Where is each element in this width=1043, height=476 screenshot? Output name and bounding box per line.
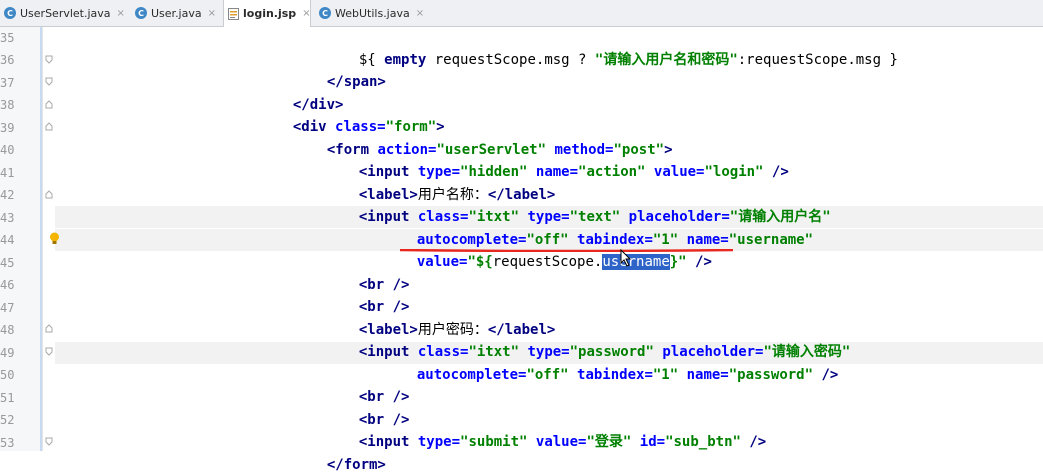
line-number: 35: [0, 31, 15, 45]
code-line-45[interactable]: <br />: [342, 252, 410, 293]
fold-marker-icon[interactable]: [45, 437, 53, 446]
code-token: requestScope.msg ?: [426, 52, 595, 68]
annotation-underline: [400, 249, 733, 252]
line-number: 41: [0, 166, 15, 180]
line-number: 51: [0, 391, 15, 405]
fold-marker-icon[interactable]: [45, 55, 53, 64]
code-line-51[interactable]: <br />: [342, 387, 410, 428]
tab-label: UserServlet.java: [20, 6, 111, 20]
code-token: value=: [416, 254, 468, 270]
fold-marker-icon[interactable]: [45, 190, 53, 199]
code-token: name=: [686, 367, 729, 383]
line-number: 52: [0, 413, 15, 427]
fold-marker-icon[interactable]: [45, 324, 53, 333]
code-token: tabindex=: [577, 367, 653, 383]
code-token: />: [771, 164, 789, 180]
code-line-43[interactable]: autocomplete="off" tabindex="1" name="us…: [400, 207, 813, 248]
line-number: 43: [0, 211, 15, 225]
code-line-39[interactable]: <form action="userServlet" method="post"…: [310, 117, 673, 158]
code-line-35[interactable]: ${ empty requestScope.msg ? "请输入用户名和密码":…: [342, 27, 898, 68]
code-token: :requestScope.msg }: [737, 52, 898, 68]
code-token: </form>: [326, 457, 386, 473]
fold-marker-icon[interactable]: [45, 100, 53, 109]
close-icon[interactable]: ×: [416, 8, 424, 19]
code-token: type=: [417, 434, 461, 450]
line-number: 47: [0, 301, 15, 315]
code-line-42[interactable]: <input class="itxt" type="text" placehol…: [342, 184, 831, 225]
code-token: "login": [704, 164, 772, 180]
code-token: empty: [384, 52, 427, 68]
code-line-49[interactable]: autocomplete="off" tabindex="1" name="pa…: [400, 342, 838, 383]
code-token: "action": [578, 164, 654, 180]
line-number: 49: [0, 346, 15, 360]
tab-label: User.java: [151, 6, 202, 20]
jsp-file-icon: [228, 7, 239, 20]
editor-tab-bar: C UserServlet.java × C User.java × login…: [0, 0, 1043, 27]
code-line-44[interactable]: value="${requestScope.username}" />: [400, 229, 712, 270]
java-class-icon: C: [135, 7, 147, 19]
close-icon[interactable]: ×: [208, 8, 216, 19]
line-number: 45: [0, 256, 15, 270]
tab-label: login.jsp: [243, 7, 297, 20]
tab-user-java[interactable]: C User.java ×: [131, 0, 221, 26]
code-line-52[interactable]: <input type="submit" value="登录" id="sub_…: [342, 409, 766, 450]
code-line-36[interactable]: </span>: [310, 49, 386, 90]
code-token: "submit": [460, 434, 536, 450]
code-token: }": [669, 254, 696, 270]
code-token: "off": [526, 367, 578, 383]
code-token: "password": [728, 367, 822, 383]
code-token: requestScope.: [492, 254, 603, 270]
close-icon[interactable]: ×: [117, 8, 125, 19]
code-line-46[interactable]: <br />: [342, 274, 410, 315]
code-token: "请输入用户名和密码": [594, 52, 738, 68]
code-token: value=: [653, 164, 705, 180]
code-token: autocomplete=: [416, 367, 527, 383]
code-line-40[interactable]: <input type="hidden" name="action" value…: [342, 139, 789, 180]
tab-label: WebUtils.java: [335, 6, 410, 20]
code-token: />: [749, 434, 767, 450]
fold-marker-icon[interactable]: [45, 77, 53, 86]
code-line-41[interactable]: <label>用户名称：</label>: [342, 162, 555, 203]
code-token: "username": [728, 232, 814, 248]
fold-marker-icon[interactable]: [45, 347, 53, 356]
line-number: 50: [0, 368, 15, 382]
code-line-48[interactable]: <input class="itxt" type="password" plac…: [342, 319, 851, 360]
line-number: 38: [0, 98, 15, 112]
tab-login-jsp[interactable]: login.jsp ×: [223, 0, 311, 27]
code-token: />: [821, 367, 839, 383]
mouse-cursor-icon: [620, 249, 632, 267]
tab-webutils-java[interactable]: C WebUtils.java ×: [315, 0, 428, 26]
line-number: 42: [0, 188, 15, 202]
code-line-37[interactable]: </div>: [276, 72, 344, 113]
code-token: value=: [535, 434, 587, 450]
code-token: "sub_btn": [665, 434, 750, 450]
code-token: "1": [652, 367, 687, 383]
code-token: "登录": [586, 434, 640, 450]
code-token: "${: [467, 254, 493, 270]
line-number: 48: [0, 323, 15, 337]
code-token: id=: [639, 434, 666, 450]
lightbulb-icon[interactable]: [49, 232, 60, 246]
tab-userservlet-java[interactable]: C UserServlet.java ×: [0, 0, 127, 26]
line-number: 39: [0, 121, 15, 135]
close-icon[interactable]: ×: [302, 8, 310, 19]
line-number: 37: [0, 76, 15, 90]
code-line-38[interactable]: <div class="form">: [276, 94, 445, 135]
java-class-icon: C: [319, 7, 331, 19]
line-number: 36: [0, 53, 15, 67]
vcs-change-marker: [40, 27, 42, 451]
selected-text[interactable]: username: [602, 254, 670, 270]
line-number: 46: [0, 278, 15, 292]
line-number: 40: [0, 143, 15, 157]
java-class-icon: C: [4, 7, 16, 19]
code-token: />: [695, 254, 712, 270]
code-line-50[interactable]: <br />: [342, 364, 410, 405]
line-number: 44: [0, 233, 15, 247]
fold-marker-icon[interactable]: [45, 122, 53, 131]
code-line-47[interactable]: <label>用户密码：</label>: [342, 297, 555, 338]
